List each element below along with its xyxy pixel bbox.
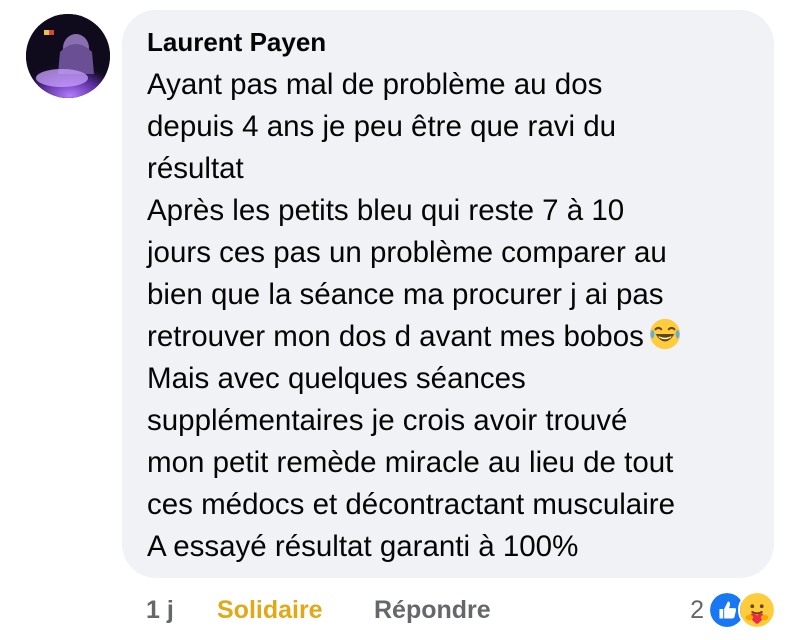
comment-line: A essayé résultat garanti à 100% — [147, 530, 579, 563]
reaction-button[interactable]: Solidaire — [217, 590, 323, 630]
avatar-photo — [26, 14, 110, 98]
care-icon — [738, 591, 776, 629]
comment-line: Ayant pas mal de problème au dos — [147, 68, 603, 101]
reaction-summary[interactable]: 2 — [690, 590, 776, 630]
avatar[interactable] — [26, 14, 110, 98]
comment-line: Mais avec quelques séances — [147, 362, 526, 395]
comment-line: résultat — [147, 152, 244, 185]
reaction-count: 2 — [690, 596, 704, 624]
comment-line: Après les petits bleu qui reste 7 à 10 — [147, 194, 625, 227]
comment-line: ces médocs et décontractant musculaire — [147, 488, 675, 521]
author-name[interactable]: Laurent Payen — [147, 26, 774, 58]
comment: Laurent Payen Ayant pas mal de problème … — [0, 0, 800, 640]
comment-text: Ayant pas mal de problème au dos depuis … — [147, 64, 774, 568]
laughing-tears-emoji-icon — [649, 318, 680, 350]
comment-line: bien que la séance ma procurer j ai pas — [147, 278, 664, 311]
comment-bubble: Laurent Payen Ayant pas mal de problème … — [122, 10, 774, 578]
comment-line: jours ces pas un problème comparer au — [147, 236, 667, 269]
reply-button[interactable]: Répondre — [374, 590, 491, 630]
comment-line: retrouver mon dos d avant mes bobos — [147, 320, 644, 353]
comment-line: mon petit remède miracle au lieu de tout — [147, 446, 674, 479]
timestamp[interactable]: 1 j — [146, 590, 174, 630]
comment-line: supplémentaires je crois avoir trouvé — [147, 404, 628, 437]
comment-line-with-emoji: retrouver mon dos d avant mes bobos — [147, 316, 774, 358]
comment-line: depuis 4 ans je peu être que ravi du — [147, 110, 617, 143]
